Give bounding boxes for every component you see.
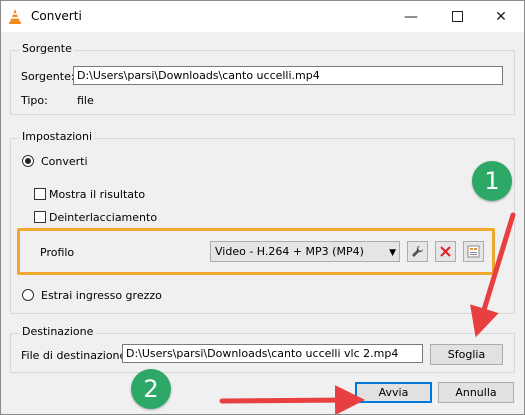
- annotation-arrows: [219, 212, 516, 414]
- step-badge-1: 1: [472, 161, 512, 201]
- step-badge-2: 2: [131, 369, 171, 409]
- arrow-to-start: [219, 385, 365, 414]
- arrow-to-browse: [470, 212, 516, 338]
- convert-dialog: Converti — ✕ Sorgente Sorgente: D:\Users…: [0, 0, 525, 415]
